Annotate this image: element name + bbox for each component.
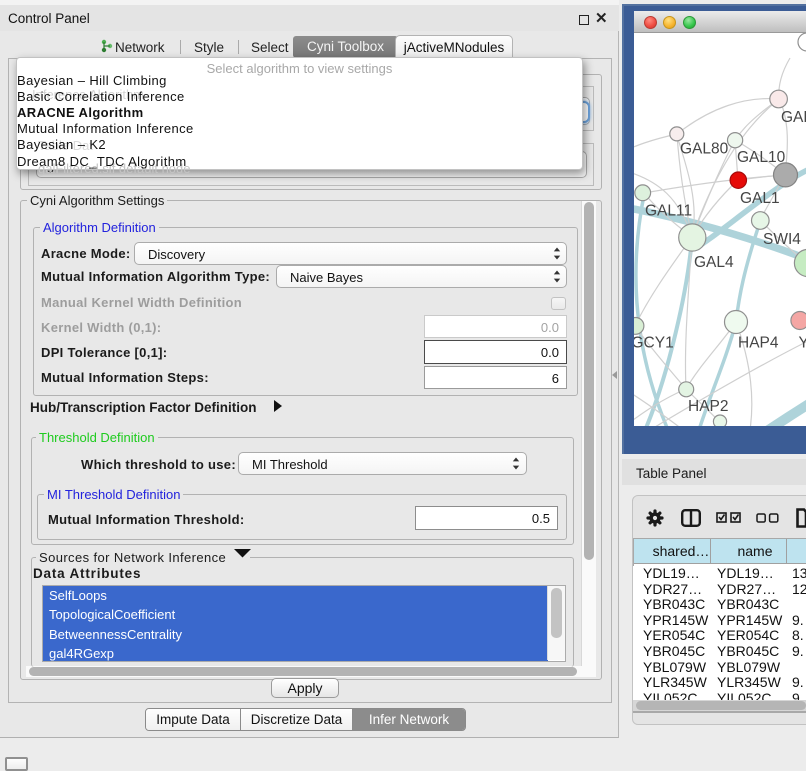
svg-text:GAL11: GAL11 [645, 203, 692, 220]
svg-text:SWI4: SWI4 [763, 231, 801, 248]
svg-text:GCY1: GCY1 [634, 335, 674, 352]
svg-text:GAL4: GAL4 [694, 254, 734, 271]
svg-text:GAL1: GAL1 [740, 190, 780, 207]
svg-text:GAL80: GAL80 [680, 141, 729, 158]
svg-text:GAL: GAL [781, 109, 806, 126]
svg-text:Y: Y [799, 335, 806, 352]
svg-text:HAP2: HAP2 [688, 398, 729, 415]
svg-text:GAL10: GAL10 [737, 149, 786, 166]
svg-text:HAP4: HAP4 [738, 335, 779, 352]
